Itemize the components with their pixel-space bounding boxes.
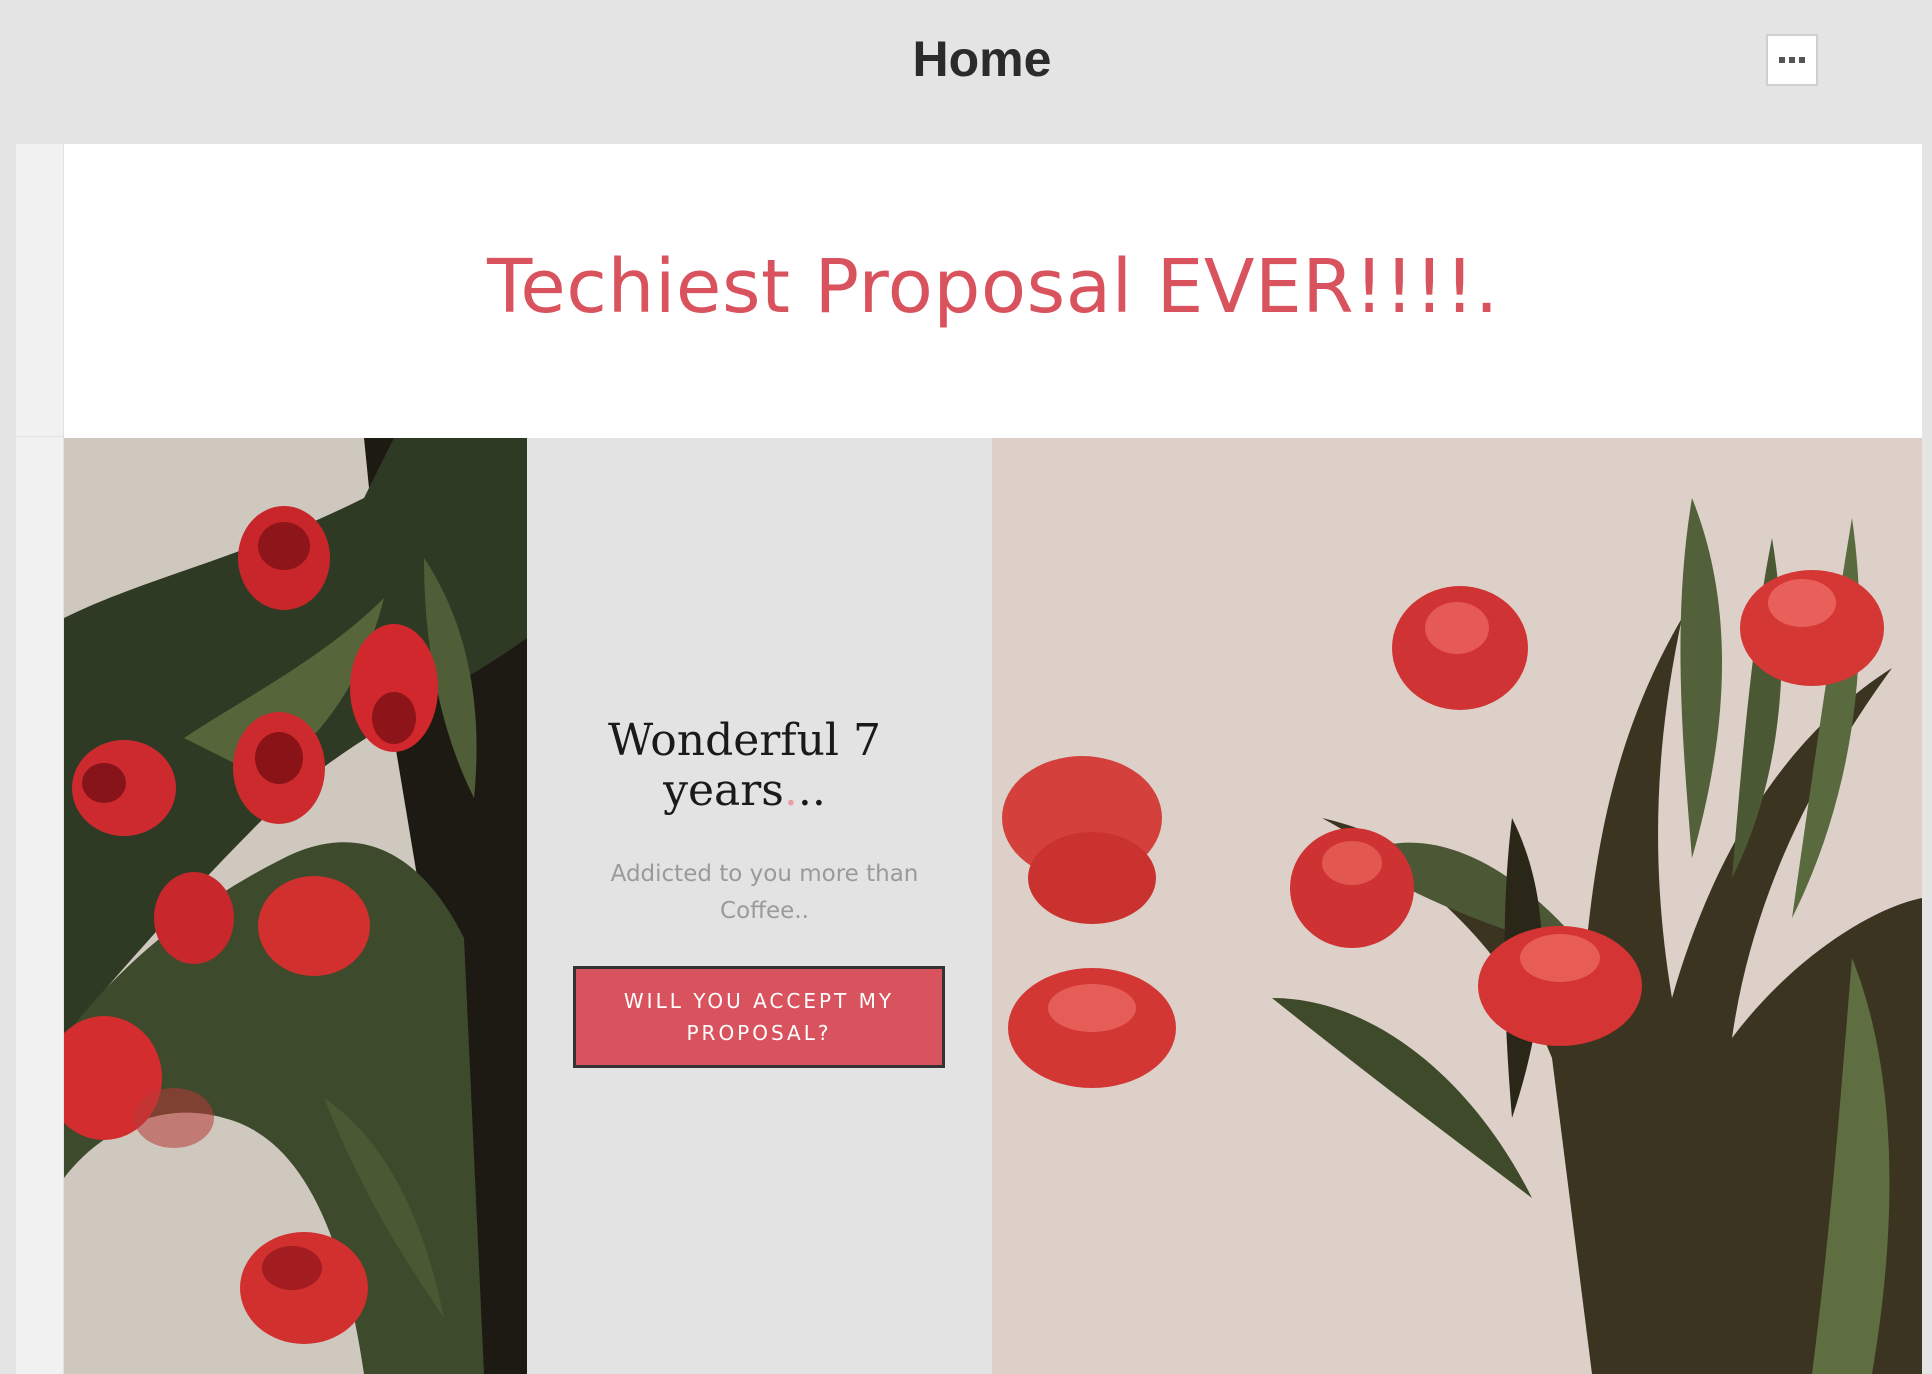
- heading-line-1: Wonderful 7: [608, 715, 881, 766]
- content-row: Wonderful 7 years... Addicted to you mor…: [64, 438, 1922, 1374]
- tulips-photo-left: [64, 438, 527, 1374]
- top-bar: Home: [0, 0, 1932, 144]
- heading-tail-dots: ..: [797, 765, 826, 816]
- tulips-on-cloth-image: [64, 438, 527, 1374]
- gutter-divider: [16, 436, 64, 437]
- tulip-bouquet-image: [992, 438, 1922, 1374]
- accept-proposal-button[interactable]: WILL YOU ACCEPT MY PROPOSAL?: [573, 966, 945, 1068]
- years-heading: Wonderful 7 years...: [527, 716, 992, 816]
- header-section: Techiest Proposal EVER!!!!.: [64, 144, 1922, 438]
- editor-gutter: [16, 144, 64, 1374]
- heading-line-2: years...: [527, 766, 962, 816]
- heading-years-word: years: [663, 765, 784, 816]
- ellipsis-icon: [1779, 57, 1805, 63]
- more-options-button[interactable]: [1766, 34, 1818, 86]
- proposal-headline: Techiest Proposal EVER!!!!.: [487, 244, 1499, 330]
- proposal-panel: Wonderful 7 years... Addicted to you mor…: [527, 438, 992, 1374]
- coffee-subtitle: Addicted to you more than Coffee..: [610, 861, 919, 924]
- heading-accent-dot: .: [783, 765, 798, 816]
- page-title: Home: [912, 31, 1052, 87]
- tulips-photo-right: [992, 438, 1922, 1374]
